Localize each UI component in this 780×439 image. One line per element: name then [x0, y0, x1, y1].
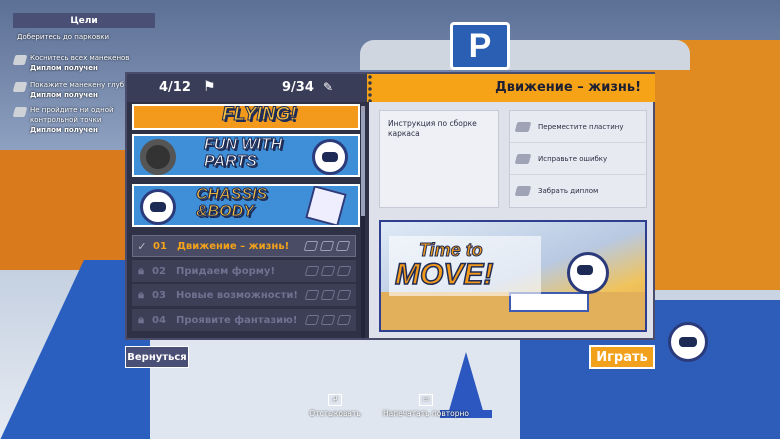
- level-preview-image: Time to MOVE!: [379, 220, 647, 332]
- objective-status: Диплом получен: [30, 126, 98, 134]
- reprint-hint: ▭ Напечатать повторно: [376, 394, 476, 418]
- level-name: Движение – жизнь!: [177, 240, 290, 252]
- robot-icon: [140, 189, 176, 225]
- level-list-scrollbar[interactable]: [361, 106, 365, 338]
- diploma-icon: ✎: [323, 80, 334, 94]
- objective-status: Диплом получен: [30, 64, 98, 72]
- chapter-title: Движение – жизнь!: [495, 80, 641, 95]
- challenge-list: Переместите пластину Исправьте ошибку За…: [509, 110, 647, 208]
- diploma-icon: [336, 290, 352, 300]
- level-number: 01: [153, 240, 167, 252]
- robot-icon: [567, 252, 609, 294]
- diploma-icon: [304, 266, 320, 276]
- reprint-hint-label: Напечатать повторно: [382, 409, 470, 418]
- checkmark-icon: ✓: [137, 239, 147, 253]
- lock-icon: 🔒︎: [138, 264, 144, 277]
- level-diplomas: [304, 315, 352, 325]
- challenge-text: Забрать диплом: [538, 187, 599, 195]
- objective-item: Покажите манекену глуб Диплом получен: [12, 80, 125, 100]
- diploma-icon: [336, 315, 352, 325]
- diploma-icon: [12, 55, 28, 65]
- level-name: Проявите фантазию!: [176, 314, 298, 326]
- objective-text: Коснитесь всех манекенов: [30, 54, 130, 62]
- objectives-header: Цели: [13, 13, 155, 28]
- diploma-icon: [320, 315, 336, 325]
- chapter-title-bar: Движение – жизнь!: [367, 74, 655, 102]
- wheel-icon: [140, 139, 176, 175]
- lock-icon: 🔒︎: [138, 313, 144, 326]
- checkered-flag-icon: ⚑: [203, 79, 216, 95]
- diploma-icon: [12, 107, 28, 117]
- diploma-icon: [514, 121, 532, 132]
- chapter-banner-flying[interactable]: FLYING!: [132, 104, 360, 130]
- title-bar-fade: [367, 74, 437, 102]
- level-diplomas: [304, 266, 352, 276]
- level-row-04[interactable]: 🔒︎ 04 Проявите фантазию!: [132, 309, 356, 331]
- level-row-02[interactable]: 🔒︎ 02 Придаем форму!: [132, 260, 356, 282]
- challenge-item: Переместите пластину: [510, 111, 646, 143]
- stats-bar: 4/12 ⚑ 9/34 ✎: [127, 74, 367, 102]
- level-number: 03: [152, 289, 166, 301]
- chapter-banner-fun-with-parts[interactable]: FUN WITH PARTS: [132, 134, 360, 177]
- objective-item: Коснитесь всех манекенов Диплом получен: [12, 53, 130, 73]
- level-details: Инструкция по сборке каркаса Переместите…: [369, 102, 653, 338]
- objective-text: Покажите манекену глуб: [30, 81, 125, 89]
- scrollbar-thumb[interactable]: [361, 106, 365, 216]
- parking-arch: [360, 40, 690, 70]
- parking-sign-icon: P: [450, 22, 510, 70]
- level-row-01[interactable]: ✓ 01 Движение – жизнь!: [132, 235, 356, 257]
- diploma-icon: [514, 153, 532, 164]
- diploma-icon: [12, 82, 28, 92]
- level-number: 04: [152, 314, 166, 326]
- key-icon: ↲: [328, 394, 342, 406]
- back-button[interactable]: Вернуться: [125, 346, 189, 368]
- robot-icon: [312, 139, 348, 175]
- lock-icon: 🔒︎: [138, 288, 144, 301]
- robot-mascot-icon: [668, 322, 708, 362]
- diploma-icon: [514, 186, 532, 196]
- key-icon: ▭: [419, 394, 433, 406]
- preview-title-card: Time to MOVE!: [389, 236, 541, 296]
- chapter-banner-label: CHASSIS &BODY: [196, 186, 268, 221]
- diploma-icon: [320, 266, 336, 276]
- undock-hint: ↲ Отстыковать: [300, 394, 370, 418]
- level-number: 02: [152, 265, 166, 277]
- diploma-icon: [320, 290, 336, 300]
- level-row-03[interactable]: 🔒︎ 03 Новые возможности!: [132, 284, 356, 306]
- objectives-subtitle: Доберитесь до парковки: [17, 33, 110, 41]
- level-diplomas: [303, 241, 351, 251]
- challenge-item: Исправьте ошибку: [510, 143, 646, 175]
- preview-title-line2: MOVE!: [394, 257, 494, 292]
- diploma-icon: [304, 290, 320, 300]
- chapter-banner-label: FUN WITH PARTS: [204, 136, 283, 171]
- chapter-banner-label: FLYING!: [222, 104, 298, 126]
- objective-item: Не пройдите ни одной контрольной точки Д…: [12, 105, 124, 135]
- chapter-banner-chassis-body[interactable]: CHASSIS &BODY: [132, 184, 360, 227]
- cube-icon: [305, 186, 347, 225]
- checkpoint-count: 4/12: [159, 80, 191, 95]
- play-button[interactable]: Играть: [589, 345, 655, 369]
- objective-status: Диплом получен: [30, 91, 98, 99]
- diploma-icon: [319, 241, 335, 251]
- challenge-text: Исправьте ошибку: [538, 154, 608, 163]
- undock-hint-label: Отстыковать: [309, 409, 361, 418]
- level-name: Придаем форму!: [176, 265, 275, 277]
- diploma-icon: [303, 241, 319, 251]
- level-instruction: Инструкция по сборке каркаса: [379, 110, 499, 208]
- level-name: Новые возможности!: [176, 289, 298, 301]
- objective-text: Не пройдите ни одной контрольной точки: [30, 106, 114, 124]
- level-diplomas: [304, 290, 352, 300]
- diploma-icon: [304, 315, 320, 325]
- diploma-icon: [336, 266, 352, 276]
- level-select-panel: 4/12 ⚑ 9/34 ✎ Движение – жизнь! FLYING! …: [125, 72, 655, 340]
- diploma-count: 9/34: [282, 80, 314, 95]
- challenge-item: Забрать диплом: [510, 175, 646, 207]
- diploma-icon: [335, 241, 351, 251]
- challenge-text: Переместите пластину: [538, 122, 624, 131]
